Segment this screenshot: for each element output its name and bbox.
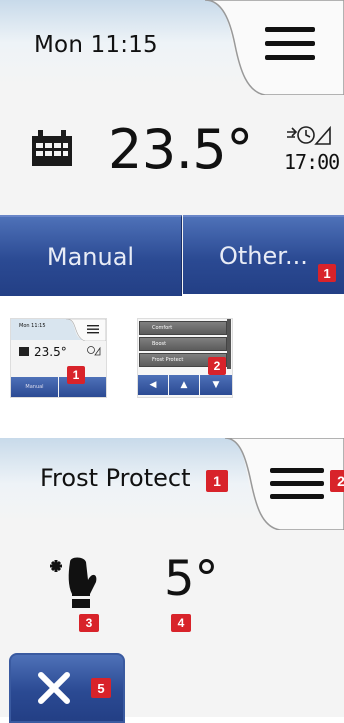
next-event-time: 17:00 <box>284 150 340 174</box>
mode-icon-badge: 3 <box>79 614 99 632</box>
frost-mitten-icon <box>50 557 97 608</box>
datetime-label: Mon 11:15 <box>34 32 158 58</box>
thumb-temperature: 23.5° <box>34 345 67 359</box>
mode-title: Frost Protect <box>40 464 191 492</box>
mode-menu-thumbnail: Comfort Boost Frost Protect ◀ ▲ ▼ 2 <box>137 318 233 398</box>
menu-icon[interactable] <box>265 27 315 63</box>
menu-item-boost[interactable]: Boost <box>139 337 227 351</box>
manual-button[interactable]: Manual <box>0 215 182 296</box>
home-screen-thumbnail: Mon 11:15 23.5° Manual 1 <box>10 318 107 398</box>
frost-protect-screen: Frost Protect 1 2 5° 3 4 5 <box>0 438 344 723</box>
thumb-manual-button[interactable]: Manual <box>11 377 58 397</box>
close-icon <box>38 672 70 704</box>
other-button[interactable]: Other... <box>183 215 344 294</box>
thumb-up-button[interactable]: ▲ <box>169 375 199 395</box>
menu-badge: 2 <box>330 470 344 492</box>
menu-item-comfort[interactable]: Comfort <box>139 321 227 335</box>
close-badge: 5 <box>91 678 111 698</box>
frost-temperature: 5° <box>164 551 219 607</box>
thumb-back-button[interactable]: ◀ <box>138 375 168 395</box>
menu-icon[interactable] <box>270 468 324 502</box>
schedule-calendar-icon <box>32 130 72 166</box>
thumb-scrollbar[interactable] <box>227 319 231 369</box>
thermostat-home-screen: Mon 11:15 23.5° 17:00 Manual Other... 1 <box>0 0 344 296</box>
thumb-next-event-icon <box>87 346 101 356</box>
next-event-icon <box>287 125 331 145</box>
thumb-calendar-icon <box>19 347 29 356</box>
title-badge: 1 <box>206 470 228 492</box>
thumb-step-badge: 2 <box>208 357 226 375</box>
thumb-step-badge: 1 <box>67 366 85 384</box>
thumb-datetime: Mon 11:15 <box>19 323 46 329</box>
current-temperature: 23.5° <box>108 118 253 181</box>
step-badge: 1 <box>318 264 336 282</box>
temperature-badge: 4 <box>171 614 191 632</box>
thumb-down-button[interactable]: ▼ <box>200 375 232 395</box>
